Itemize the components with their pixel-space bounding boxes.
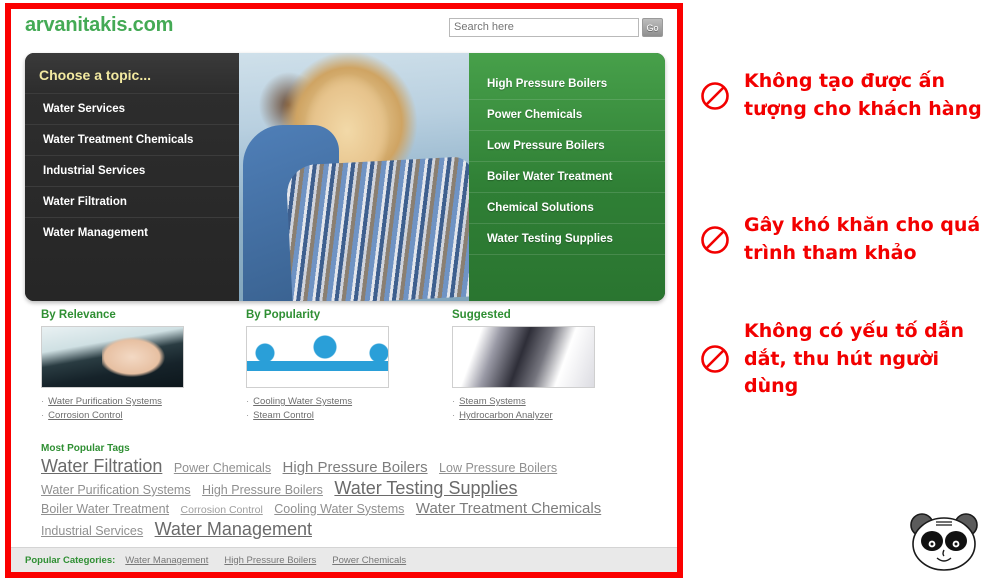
list-item[interactable]: · Water Purification Systems [41,396,241,407]
column-title: Suggested [452,309,511,321]
bullet-icon: · [452,410,456,421]
list-item[interactable]: · Cooling Water Systems [246,396,446,407]
bullet-icon: · [246,396,250,407]
list-item[interactable]: · Corrosion Control [41,410,241,421]
tag-link[interactable]: Water Purification Systems [41,483,191,497]
tag-link[interactable]: High Pressure Boilers [202,483,323,497]
tag-cloud: Water Filtration Power Chemicals High Pr… [41,456,661,541]
annotation-text: Gây khó khăn cho quá trình tham khảo [744,214,981,264]
tag-link[interactable]: Low Pressure Boilers [439,461,557,475]
column-by-popularity: By Popularity · Cooling Water Systems · St… [246,309,446,424]
list-item[interactable]: · Hydrocarbon Analyzer [452,410,652,421]
tag-link[interactable]: Water Testing Supplies [334,478,517,498]
abstract-image [452,326,595,388]
featured-columns: By Relevance · Water Purification Systems… [25,309,665,434]
hero-photo [237,53,469,301]
column-link[interactable]: Water Purification Systems [48,396,162,407]
site-header: arvanitakis.com Go [11,9,677,51]
search-area: Go [449,18,663,37]
topic-menu-item[interactable]: Water Services [25,93,239,124]
tag-link[interactable]: Boiler Water Treatment [41,502,169,516]
footer-label: Popular Categories: [25,554,116,566]
topic-menu-item[interactable]: Industrial Services [25,155,239,186]
footer-link[interactable]: Power Chemicals [332,555,406,566]
category-menu-item[interactable]: Water Testing Supplies [469,224,665,255]
bullet-icon: · [452,396,456,407]
annotation-item: Không tạo được ấn tượng cho khách hàng [700,68,989,123]
prohibition-icon [701,81,729,110]
topic-menu-item[interactable]: Water Treatment Chemicals [25,124,239,155]
list-item[interactable]: · Steam Systems [452,396,652,407]
list-item[interactable]: · Steam Control [246,410,446,421]
tag-link[interactable]: Corrosion Control [181,504,263,516]
topic-menu-item[interactable]: Water Filtration [25,186,239,217]
website-page: arvanitakis.com Go Choose a topic... Wat… [11,9,677,572]
category-menu-item[interactable]: Chemical Solutions [469,193,665,224]
tag-link[interactable]: High Pressure Boilers [283,459,428,476]
tag-link[interactable]: Power Chemicals [174,461,271,475]
category-menu-item[interactable]: High Pressure Boilers [469,69,665,100]
topic-menu-title: Choose a topic... [39,67,152,83]
site-logo[interactable]: arvanitakis.com [25,14,173,37]
tag-link[interactable]: Industrial Services [41,524,143,538]
screenshot-frame: arvanitakis.com Go Choose a topic... Wat… [5,3,683,578]
tag-link[interactable]: Water Filtration [41,456,162,476]
bullet-icon: · [41,410,45,421]
tag-link[interactable]: Cooling Water Systems [274,502,404,516]
column-title: By Popularity [246,309,321,321]
bullet-icon: · [41,396,45,407]
search-go-button[interactable]: Go [642,18,663,37]
category-menu-item[interactable]: Boiler Water Treatment [469,162,665,193]
prohibition-icon [701,345,729,374]
column-link[interactable]: Steam Control [253,410,314,421]
tag-cloud-section: Most Popular Tags Water Filtration Power… [41,443,661,541]
topic-menu-item[interactable]: Water Management [25,217,239,248]
column-link[interactable]: Cooling Water Systems [253,396,352,407]
prohibition-icon [701,225,729,254]
bullet-icon: · [246,410,250,421]
annotation-item: Gây khó khăn cho quá trình tham khảo [700,212,989,267]
site-footer: Popular Categories: Water Management Hig… [11,547,677,572]
footer-link[interactable]: High Pressure Boilers [224,555,316,566]
search-input[interactable] [449,18,639,37]
annotation-item: Không có yếu tố dẫn dắt, thu hút người d… [700,318,989,401]
category-menu-item[interactable]: Low Pressure Boilers [469,131,665,162]
laptop-typing-image [41,326,184,388]
column-title: By Relevance [41,309,116,321]
column-link[interactable]: Steam Systems [459,396,526,407]
annotation-text: Không có yếu tố dẫn dắt, thu hút người d… [744,320,965,398]
tag-cloud-title: Most Popular Tags [41,443,130,454]
column-suggested: Suggested · Steam Systems · Hydrocarbon An… [452,309,652,424]
column-link[interactable]: Hydrocarbon Analyzer [459,410,552,421]
column-link[interactable]: Corrosion Control [48,410,122,421]
hero-banner: Choose a topic... Water Services Water T… [25,53,665,301]
category-menu: High Pressure Boilers Power Chemicals Lo… [469,53,665,301]
tag-link[interactable]: Water Treatment Chemicals [416,500,601,517]
tag-link[interactable]: Water Management [155,519,312,539]
column-by-relevance: By Relevance · Water Purification Systems… [41,309,241,424]
topic-menu: Choose a topic... Water Services Water T… [25,53,239,301]
annotation-text: Không tạo được ấn tượng cho khách hàng [744,70,982,120]
footer-link[interactable]: Water Management [125,555,208,566]
panda-face-logo [910,513,978,571]
category-menu-item[interactable]: Power Chemicals [469,100,665,131]
blue-people-image [246,326,389,388]
